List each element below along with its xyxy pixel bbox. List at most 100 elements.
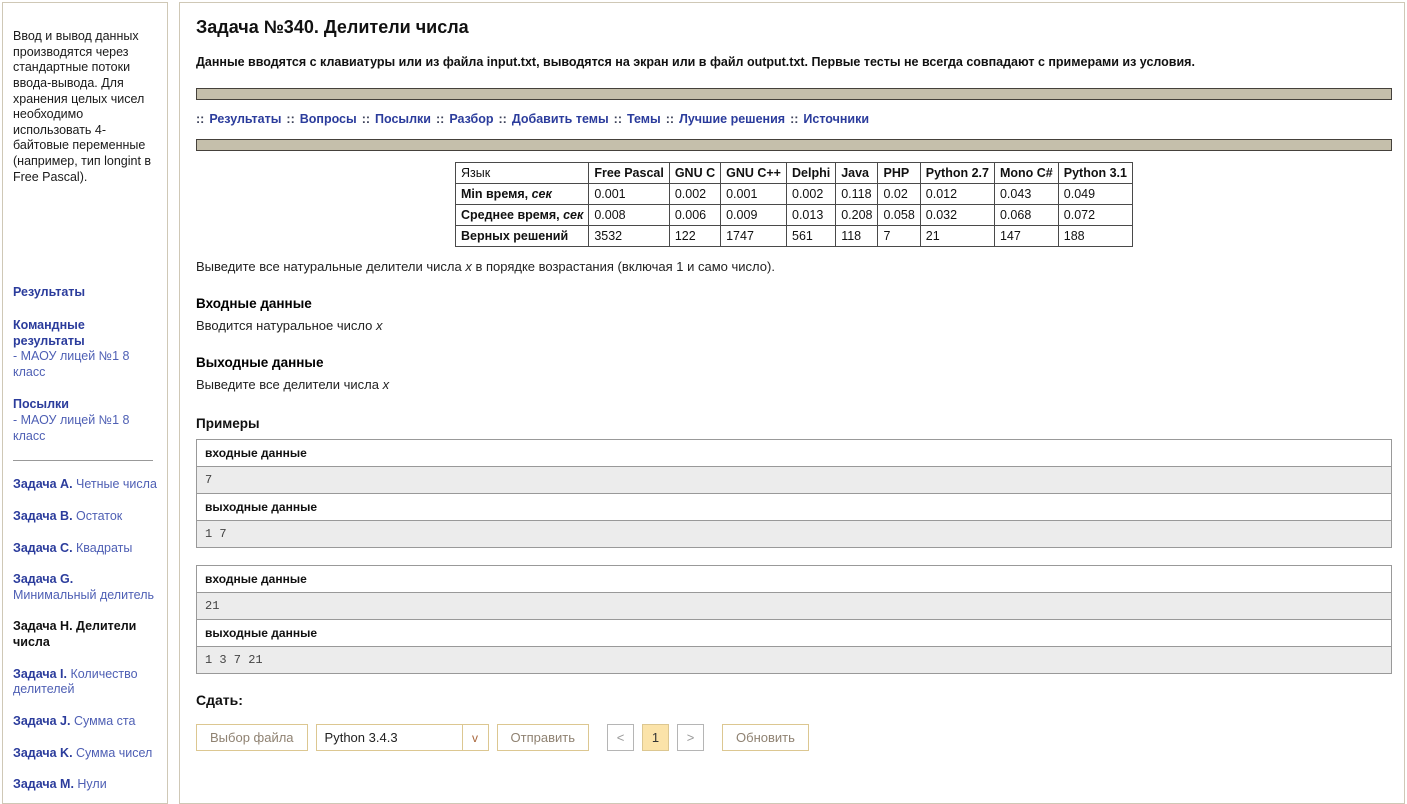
page-title: Задача №340. Делители числа xyxy=(196,17,1392,38)
problem-title: Минимальный делитель xyxy=(13,588,154,602)
stats-col-header: GNU C++ xyxy=(721,163,787,184)
stats-table: ЯзыкFree PascalGNU CGNU C++DelphiJavaPHP… xyxy=(455,162,1133,247)
stats-row-label: Верных решений xyxy=(456,226,589,247)
next-page-button[interactable]: > xyxy=(677,724,704,751)
top-bar xyxy=(196,88,1392,100)
input-heading: Входные данные xyxy=(196,296,1392,311)
stats-col-header: PHP xyxy=(878,163,920,184)
sidebar-note: Ввод и вывод данных производятся через с… xyxy=(13,29,159,185)
sidebar-problem-link[interactable]: Задача G. Минимальный делитель xyxy=(13,572,159,603)
sidebar-item-team-results-sub[interactable]: - МАОУ лицей №1 8 класс xyxy=(13,349,159,380)
sidebar-problem-link[interactable]: Задача I. Количество делителей xyxy=(13,667,159,698)
stats-value: 0.008 xyxy=(589,205,670,226)
example-output-label: выходные данные xyxy=(197,494,1391,521)
bottom-bar xyxy=(196,139,1392,151)
chevron-down-icon: v xyxy=(462,725,488,750)
sidebar-problem-link[interactable]: Задача K. Сумма чисел xyxy=(13,746,159,762)
refresh-button[interactable]: Обновить xyxy=(722,724,809,751)
nav-link-4[interactable]: Добавить темы xyxy=(512,112,609,126)
problem-prefix: Задача H. xyxy=(13,619,76,633)
sidebar-problem-link[interactable]: Задача J. Сумма ста xyxy=(13,714,159,730)
nav-link-5[interactable]: Темы xyxy=(627,112,661,126)
example-input-label: входные данные xyxy=(197,566,1391,593)
io-notice: Данные вводятся с клавиатуры или из файл… xyxy=(196,55,1392,69)
nav-link-1[interactable]: Вопросы xyxy=(300,112,357,126)
example-output-value: 1 7 xyxy=(197,521,1391,547)
submit-button[interactable]: Отправить xyxy=(497,724,589,751)
stats-col-header: Delphi xyxy=(787,163,836,184)
page: Ввод и вывод данных производятся через с… xyxy=(0,0,1407,804)
input-description: Вводится натуральное число x xyxy=(196,318,1392,333)
problem-title: Сумма ста xyxy=(74,714,136,728)
nav-link-2[interactable]: Посылки xyxy=(375,112,431,126)
stats-col-header: Python 2.7 xyxy=(920,163,994,184)
example-input-label: входные данные xyxy=(197,440,1391,467)
prev-page-button[interactable]: < xyxy=(607,724,634,751)
stats-value: 0.02 xyxy=(878,184,920,205)
nav-link-6[interactable]: Лучшие решения xyxy=(679,112,785,126)
nav-separator: :: xyxy=(362,112,370,126)
stats-value: 0.068 xyxy=(994,205,1058,226)
sidebar: Ввод и вывод данных производятся через с… xyxy=(2,2,168,804)
example-output-label: выходные данные xyxy=(197,620,1391,647)
sidebar-problem-link[interactable]: Задача H. Делители числа xyxy=(13,619,159,650)
stats-value: 0.012 xyxy=(920,184,994,205)
problem-prefix: Задача M. xyxy=(13,777,77,791)
stats-value: 3532 xyxy=(589,226,670,247)
stats-value: 0.009 xyxy=(721,205,787,226)
stats-value: 0.001 xyxy=(589,184,670,205)
stats-value: 147 xyxy=(994,226,1058,247)
sidebar-item-team-results[interactable]: Командные результаты xyxy=(13,318,159,349)
problem-prefix: Задача B. xyxy=(13,509,76,523)
language-select[interactable]: Python 3.4.3 v xyxy=(316,724,489,751)
file-select-button[interactable]: Выбор файла xyxy=(196,724,308,751)
main-panel: Задача №340. Делители числа Данные вводя… xyxy=(179,2,1405,804)
output-description: Выведите все делители числа x xyxy=(196,377,1392,392)
problem-prefix: Задача G. xyxy=(13,572,73,586)
page-number-button[interactable]: 1 xyxy=(642,724,669,751)
stats-value: 561 xyxy=(787,226,836,247)
sidebar-item-submissions-sub[interactable]: - МАОУ лицей №1 8 класс xyxy=(13,413,159,444)
examples-container: входные данные7выходные данные1 7входные… xyxy=(196,439,1392,674)
input-description-text: Вводится натуральное число xyxy=(196,318,376,333)
statement: Выведите все натуральные делители числа … xyxy=(196,259,1392,274)
problem-prefix: Задача A. xyxy=(13,477,76,491)
nav-separator: :: xyxy=(614,112,622,126)
problem-title: Четные числа xyxy=(76,477,157,491)
stats-value: 0.072 xyxy=(1058,205,1132,226)
stats-value: 188 xyxy=(1058,226,1132,247)
sidebar-divider xyxy=(13,460,153,461)
examples-heading: Примеры xyxy=(196,416,1392,431)
output-description-text: Выведите все делители числа xyxy=(196,377,383,392)
nav-link-7[interactable]: Источники xyxy=(803,112,869,126)
example-input-value: 21 xyxy=(197,593,1391,620)
sidebar-item-submissions[interactable]: Посылки xyxy=(13,397,159,413)
sidebar-problem-link[interactable]: Задача B. Остаток xyxy=(13,509,159,525)
problem-prefix: Задача J. xyxy=(13,714,74,728)
stats-value: 1747 xyxy=(721,226,787,247)
example-input-value: 7 xyxy=(197,467,1391,494)
nav-separator: :: xyxy=(196,112,204,126)
stats-row-label: Min время, сек xyxy=(456,184,589,205)
nav-link-3[interactable]: Разбор xyxy=(449,112,493,126)
stats-col-header: Java xyxy=(836,163,878,184)
stats-value: 0.043 xyxy=(994,184,1058,205)
language-select-value: Python 3.4.3 xyxy=(317,725,462,750)
sidebar-problem-link[interactable]: Задача C. Квадраты xyxy=(13,541,159,557)
nav-separator: :: xyxy=(666,112,674,126)
sidebar-problem-link[interactable]: Задача M. Нули xyxy=(13,777,159,793)
stats-value: 122 xyxy=(669,226,720,247)
stats-value: 7 xyxy=(878,226,920,247)
nav-separator: :: xyxy=(436,112,444,126)
problem-list: Задача A. Четные числаЗадача B. ОстатокЗ… xyxy=(13,477,159,793)
sidebar-item-results[interactable]: Результаты xyxy=(13,285,159,301)
stats-row-label: Среднее время, сек xyxy=(456,205,589,226)
input-var: x xyxy=(376,318,383,333)
stats-value: 0.032 xyxy=(920,205,994,226)
nav-link-0[interactable]: Результаты xyxy=(209,112,281,126)
stats-value: 0.001 xyxy=(721,184,787,205)
stats-value: 0.058 xyxy=(878,205,920,226)
stats-value: 0.208 xyxy=(836,205,878,226)
stats-value: 0.049 xyxy=(1058,184,1132,205)
sidebar-problem-link[interactable]: Задача A. Четные числа xyxy=(13,477,159,493)
